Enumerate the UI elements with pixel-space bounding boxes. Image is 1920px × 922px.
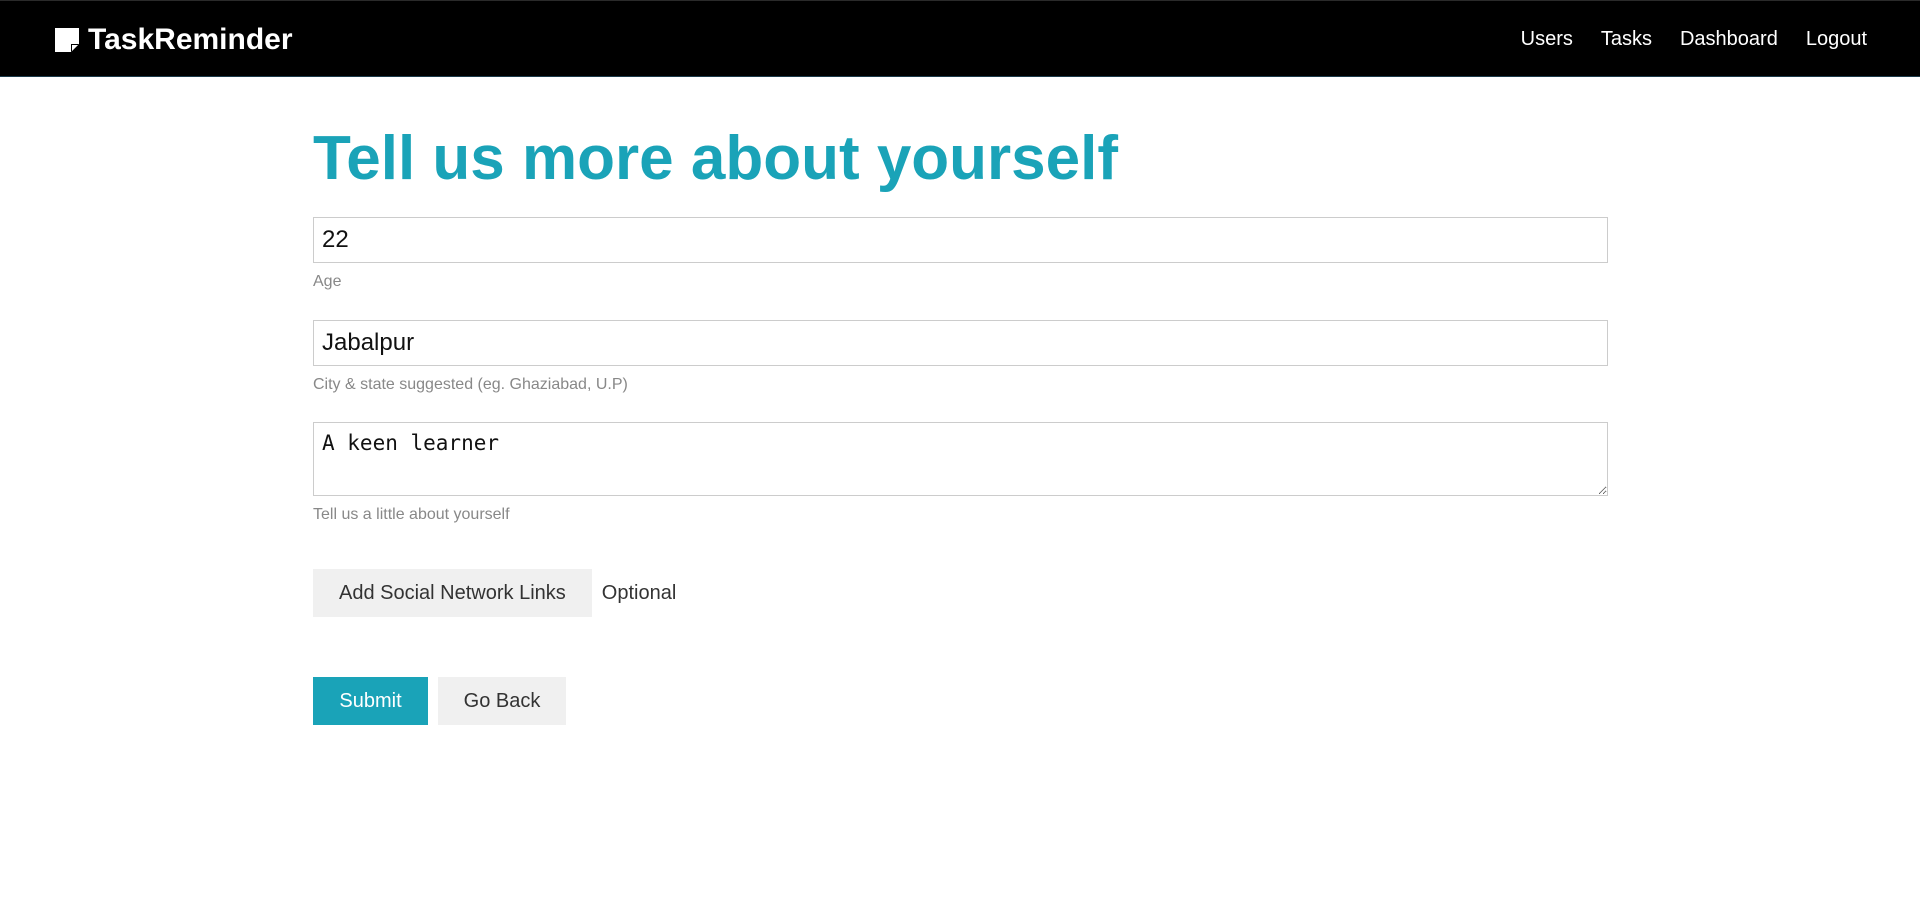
page-title: Tell us more about yourself bbox=[313, 124, 1119, 193]
form-actions: Submit Go Back bbox=[313, 677, 566, 725]
location-help-text: City & state suggested (eg. Ghaziabad, U… bbox=[313, 376, 628, 393]
go-back-button[interactable]: Go Back bbox=[438, 677, 566, 725]
brand-name: TaskReminder bbox=[88, 23, 293, 56]
bio-field-group: A keen learner Tell us a little about yo… bbox=[313, 422, 1608, 525]
nav-link-dashboard[interactable]: Dashboard bbox=[1680, 27, 1778, 51]
social-links-row: Add Social Network Links Optional bbox=[313, 569, 676, 617]
bio-help-text: Tell us a little about yourself bbox=[313, 506, 510, 523]
location-field-group: City & state suggested (eg. Ghaziabad, U… bbox=[313, 320, 1608, 395]
bio-textarea[interactable]: A keen learner bbox=[313, 422, 1608, 496]
location-input[interactable] bbox=[313, 320, 1608, 366]
nav-link-users[interactable]: Users bbox=[1521, 27, 1573, 51]
age-field-group: Age bbox=[313, 217, 1608, 292]
nav-links: Users Tasks Dashboard Logout bbox=[1493, 27, 1867, 51]
optional-label: Optional bbox=[601, 581, 677, 604]
submit-button[interactable]: Submit bbox=[313, 677, 428, 725]
age-help-text: Age bbox=[313, 273, 342, 290]
add-social-links-button[interactable]: Add Social Network Links bbox=[313, 569, 592, 617]
top-navbar: TaskReminder Users Tasks Dashboard Logou… bbox=[0, 0, 1920, 77]
nav-link-logout[interactable]: Logout bbox=[1806, 27, 1867, 51]
age-input[interactable] bbox=[313, 217, 1608, 263]
nav-link-tasks[interactable]: Tasks bbox=[1601, 27, 1652, 51]
sticky-note-icon bbox=[53, 26, 81, 54]
brand-link[interactable]: TaskReminder bbox=[53, 23, 293, 57]
